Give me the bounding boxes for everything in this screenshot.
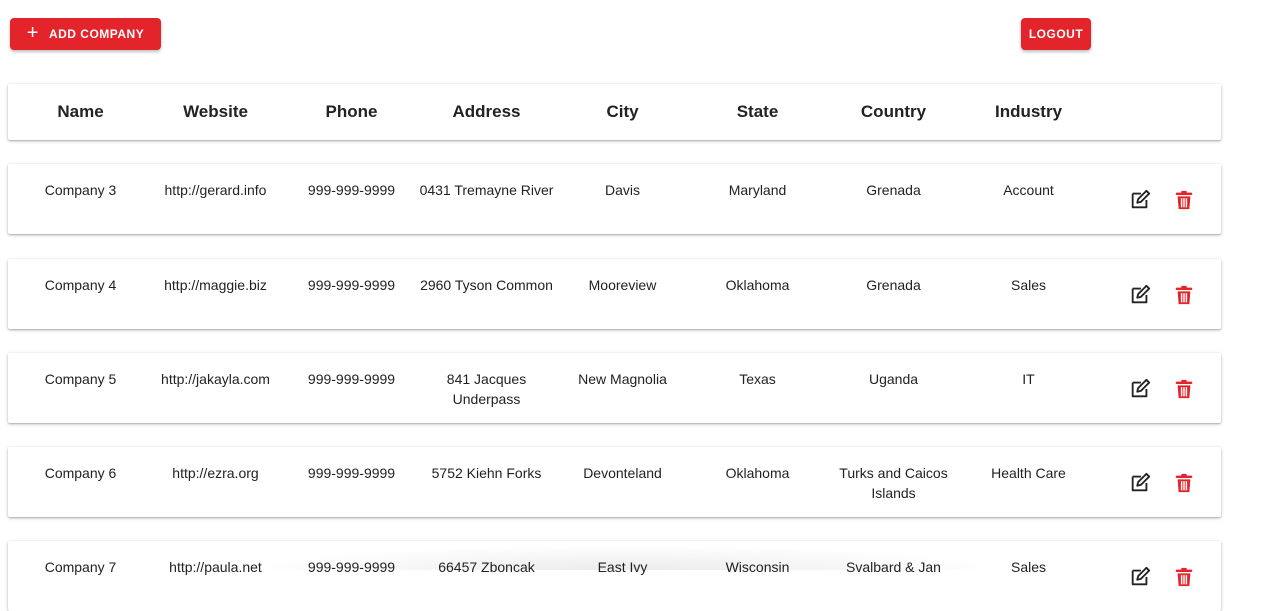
cell-city: Davis: [604, 182, 640, 198]
column-header-country: Country: [860, 102, 927, 121]
cell-city: New Magnolia: [578, 371, 667, 387]
cell-address: 66457 Zboncak: [438, 559, 535, 575]
column-header-industry: Industry: [994, 102, 1063, 121]
cell-website: http://maggie.biz: [164, 277, 267, 293]
cell-address: 0431 Tremayne River: [419, 182, 554, 198]
cell-state: Oklahoma: [725, 277, 790, 293]
edit-icon[interactable]: [1129, 378, 1151, 400]
cell-country: Turks and Caicos Islands: [839, 465, 948, 501]
cell-website: http://ezra.org: [172, 465, 259, 481]
cell-country: Svalbard & Jan: [846, 559, 941, 575]
cell-website: http://paula.net: [169, 559, 262, 575]
cell-industry: Sales: [1010, 277, 1047, 293]
edit-icon[interactable]: [1129, 472, 1151, 494]
cell-state: Texas: [739, 371, 776, 387]
table-row: Company 4 http://maggie.biz 999-999-9999 29…: [8, 259, 1221, 329]
edit-icon[interactable]: [1129, 284, 1151, 306]
cell-state: Oklahoma: [725, 465, 790, 481]
add-company-button[interactable]: + ADD COMPANY: [10, 18, 161, 50]
cell-industry: Health Care: [991, 465, 1066, 481]
cell-website: http://gerard.info: [164, 182, 267, 198]
cell-address: 5752 Kiehn Forks: [431, 465, 542, 481]
cell-state: Maryland: [728, 182, 787, 198]
cell-phone: 999-999-9999: [307, 182, 396, 198]
cell-industry: Account: [1003, 182, 1054, 198]
cell-website: http://jakayla.com: [161, 371, 270, 387]
table-row: Company 6 http://ezra.org 999-999-9999 5752…: [8, 447, 1221, 517]
trash-icon[interactable]: [1173, 189, 1195, 211]
column-header-city: City: [606, 102, 639, 121]
trash-icon[interactable]: [1173, 284, 1195, 306]
trash-icon[interactable]: [1173, 378, 1195, 400]
cell-name: Company 6: [44, 465, 117, 481]
cell-city: East Ivy: [597, 559, 648, 575]
table-row: Company 7 http://paula.net 999-999-9999 664…: [8, 541, 1221, 611]
cell-phone: 999-999-9999: [307, 559, 396, 575]
cell-name: Company 4: [44, 277, 117, 293]
cell-industry: Sales: [1010, 559, 1047, 575]
edit-icon[interactable]: [1129, 189, 1151, 211]
table-header: Name Website Phone Address City State Co…: [8, 84, 1221, 140]
cell-industry: IT: [1022, 371, 1035, 387]
cell-country: Grenada: [866, 182, 921, 198]
cell-phone: 999-999-9999: [307, 371, 396, 387]
cell-address: 841 Jacques Underpass: [446, 371, 527, 407]
column-header-state: State: [736, 102, 779, 121]
column-header-website: Website: [183, 102, 248, 121]
column-header-name: Name: [57, 102, 104, 121]
cell-city: Mooreview: [588, 277, 657, 293]
edit-icon[interactable]: [1129, 566, 1151, 588]
cell-country: Uganda: [868, 371, 919, 387]
column-header-address: Address: [452, 102, 521, 121]
cell-phone: 999-999-9999: [307, 277, 396, 293]
column-header-phone: Phone: [325, 102, 378, 121]
cell-name: Company 5: [44, 371, 117, 387]
cell-address: 2960 Tyson Common: [420, 277, 553, 293]
cell-name: Company 3: [44, 182, 117, 198]
cell-name: Company 7: [44, 559, 117, 575]
trash-icon[interactable]: [1173, 472, 1195, 494]
cell-phone: 999-999-9999: [307, 465, 396, 481]
cell-state: Wisconsin: [725, 559, 790, 575]
trash-icon[interactable]: [1173, 566, 1195, 588]
cell-country: Grenada: [866, 277, 921, 293]
table-row: Company 5 http://jakayla.com 999-999-9999 8…: [8, 353, 1221, 423]
logout-button[interactable]: LOGOUT: [1021, 18, 1091, 50]
cell-city: Devonteland: [583, 465, 662, 481]
add-company-label: ADD COMPANY: [48, 27, 145, 41]
table-row: Company 3 http://gerard.info 999-999-9999 0…: [8, 164, 1221, 234]
plus-icon: +: [26, 22, 39, 44]
